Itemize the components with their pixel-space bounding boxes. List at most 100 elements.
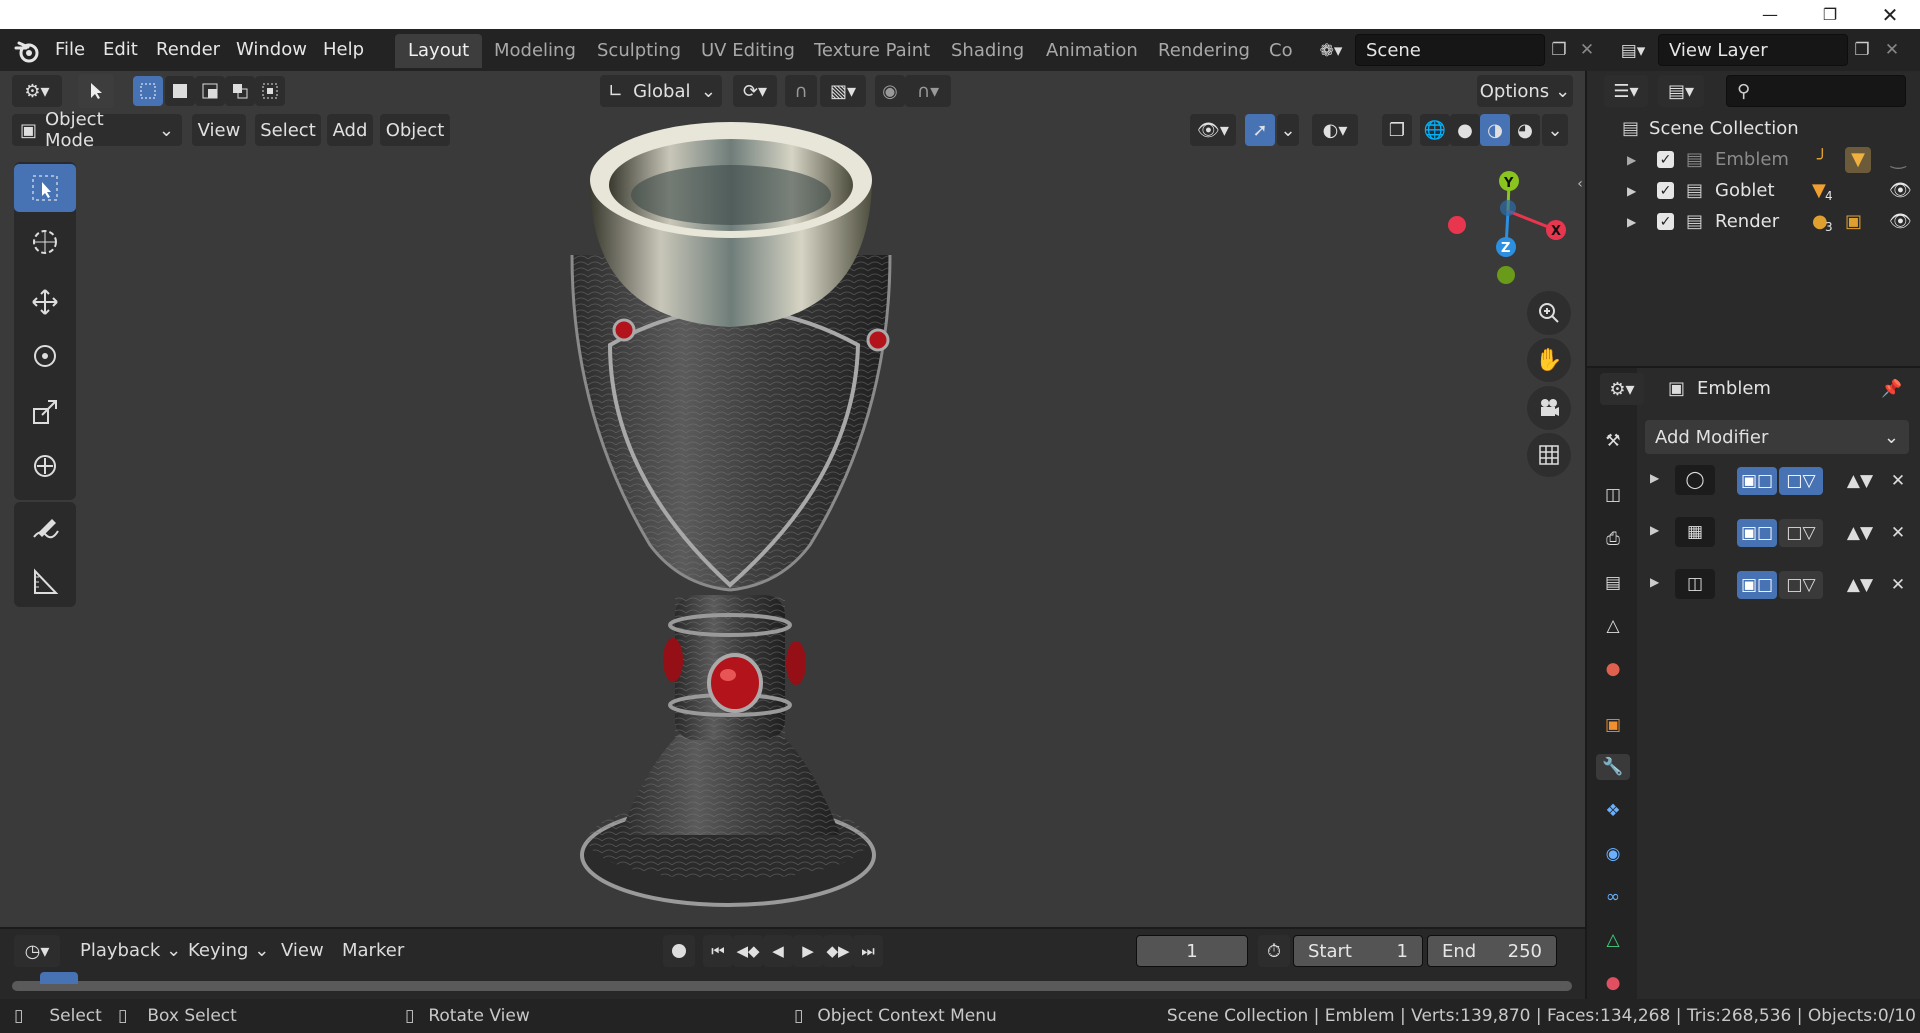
move-tool-icon[interactable] xyxy=(14,278,76,326)
outliner-item-goblet[interactable]: ▶ ✓ ▤ Goblet ▼ 4 👁 xyxy=(1627,175,1917,206)
expand-arrow-icon[interactable]: ▶ xyxy=(1627,184,1647,198)
cursor-tool-icon[interactable] xyxy=(14,218,76,266)
play-reverse-icon[interactable]: ◀ xyxy=(763,935,793,967)
snap-target-icon[interactable]: ▧▾ xyxy=(820,75,866,107)
gizmo-toggle-icon[interactable]: ➚ xyxy=(1245,114,1275,146)
playhead[interactable] xyxy=(40,972,78,984)
physics-tab-icon[interactable]: ◉ xyxy=(1600,841,1626,867)
expand-arrow-icon[interactable]: ▶ xyxy=(1650,575,1659,589)
timeline-playback-menu[interactable]: Playback ⌄ xyxy=(80,935,181,967)
play-icon[interactable]: ▶ xyxy=(793,935,823,967)
outliner-scene-collection[interactable]: ▤ Scene Collection xyxy=(1622,113,1799,144)
chevron-down-icon[interactable]: ⌄ xyxy=(1277,114,1299,146)
select-mode-new-icon[interactable] xyxy=(133,76,163,106)
scene-field[interactable]: Scene xyxy=(1355,34,1545,66)
exclude-checkbox[interactable]: ✓ xyxy=(1657,182,1674,199)
viewport-menu-add[interactable]: Add xyxy=(327,114,373,146)
current-frame-field[interactable]: 1 xyxy=(1136,935,1248,967)
chevron-down-icon[interactable]: ⌄ xyxy=(1542,114,1568,146)
data-tab-icon[interactable]: △ xyxy=(1600,927,1626,953)
remove-modifier-icon[interactable]: ✕ xyxy=(1888,519,1908,547)
zoom-icon[interactable] xyxy=(1527,291,1571,335)
object-tab-icon[interactable]: ▣ xyxy=(1600,712,1626,738)
move-up-down-icon[interactable]: ▲▼ xyxy=(1843,571,1877,599)
viewport-menu-view[interactable]: View xyxy=(192,114,246,146)
remove-modifier-icon[interactable]: ✕ xyxy=(1888,467,1908,495)
tab-sculpting[interactable]: Sculpting xyxy=(584,34,694,68)
select-box-tool-icon[interactable] xyxy=(14,164,76,212)
menu-edit[interactable]: Edit xyxy=(103,29,138,71)
proportional-edit-icon[interactable]: ◉ xyxy=(875,75,905,107)
select-tool-icon[interactable] xyxy=(78,74,114,108)
scene-tab-icon[interactable]: △ xyxy=(1600,613,1626,639)
move-up-down-icon[interactable]: ▲▼ xyxy=(1843,467,1877,495)
edit-mode-toggle-icon[interactable]: ▣□ xyxy=(1737,467,1777,495)
tab-uv-editing[interactable]: UV Editing xyxy=(688,34,808,68)
rotate-tool-icon[interactable] xyxy=(14,332,76,380)
exclude-checkbox[interactable]: ✓ xyxy=(1657,213,1674,230)
modifier-tab-icon[interactable]: 🔧 xyxy=(1596,754,1630,780)
constraints-tab-icon[interactable]: ∞ xyxy=(1600,884,1626,910)
menu-help[interactable]: Help xyxy=(323,29,364,71)
edit-mode-toggle-icon[interactable]: ▣□ xyxy=(1737,571,1777,599)
scene-selector-icon[interactable]: ❁▾ xyxy=(1310,36,1352,66)
perspective-grid-icon[interactable] xyxy=(1527,433,1571,477)
outliner-item-emblem[interactable]: ▶ ✓ ▤ Emblem ╯ ▼ ‿ xyxy=(1627,144,1917,175)
material-preview-shading-icon[interactable]: ◑ xyxy=(1480,114,1510,146)
material-tab-icon[interactable]: ● xyxy=(1600,970,1626,996)
visibility-icon[interactable]: 👁▾ xyxy=(1190,114,1236,146)
menu-render[interactable]: Render xyxy=(156,29,220,71)
restore-icon[interactable]: ❐ xyxy=(1800,0,1860,29)
realtime-toggle-icon[interactable]: □▽ xyxy=(1779,519,1823,547)
view-layer-selector-icon[interactable]: ▤▾ xyxy=(1612,36,1654,66)
eye-icon[interactable]: 👁 xyxy=(1889,211,1912,232)
tab-animation[interactable]: Animation xyxy=(1033,34,1151,68)
viewport-menu-select[interactable]: Select xyxy=(255,114,321,146)
select-mode-invert-icon[interactable] xyxy=(225,76,255,106)
annotate-tool-icon[interactable] xyxy=(14,506,76,554)
falloff-icon[interactable]: ∩▾ xyxy=(905,75,951,107)
display-mode-icon[interactable]: ▤▾ xyxy=(1658,75,1704,107)
timeline-view-menu[interactable]: View xyxy=(281,935,324,967)
menu-file[interactable]: File xyxy=(55,29,85,71)
select-mode-intersect-icon[interactable] xyxy=(255,76,285,106)
prev-keyframe-icon[interactable]: ◀◆ xyxy=(733,935,763,967)
options-dropdown[interactable]: Options ⌄ xyxy=(1477,75,1573,107)
snap-icon[interactable]: ∩ xyxy=(785,75,817,107)
end-frame-field[interactable]: End 250 xyxy=(1427,935,1557,967)
remove-view-layer-icon[interactable]: ✕ xyxy=(1878,35,1906,65)
tab-rendering[interactable]: Rendering xyxy=(1145,34,1263,68)
timeline-keying-menu[interactable]: Keying ⌄ xyxy=(188,935,269,967)
outliner-editor-type-icon[interactable]: ☰▾ xyxy=(1604,75,1648,107)
jump-start-icon[interactable]: ⏮ xyxy=(703,935,733,967)
xray-icon[interactable]: ❐ xyxy=(1382,114,1412,146)
record-icon[interactable] xyxy=(663,935,695,967)
editor-type-icon[interactable]: ⚙▾ xyxy=(12,75,62,107)
object-mode-dropdown[interactable]: ▣ Object Mode ⌄ xyxy=(12,109,182,151)
realtime-toggle-icon[interactable]: □▽ xyxy=(1779,571,1823,599)
tab-layout[interactable]: Layout xyxy=(395,34,483,68)
outliner-search-input[interactable]: ⚲ xyxy=(1726,75,1906,107)
transform-tool-icon[interactable] xyxy=(14,442,76,490)
realtime-toggle-icon[interactable]: □▽ xyxy=(1779,467,1823,495)
pan-hand-icon[interactable]: ✋ xyxy=(1527,338,1571,382)
expand-arrow-icon[interactable]: ▶ xyxy=(1650,471,1659,485)
view-layer-tab-icon[interactable]: ▤ xyxy=(1600,570,1626,596)
next-keyframe-icon[interactable]: ◆▶ xyxy=(823,935,853,967)
rendered-shading-icon[interactable]: ◕ xyxy=(1510,114,1540,146)
edit-mode-toggle-icon[interactable]: ▣□ xyxy=(1737,519,1777,547)
navigation-gizmo[interactable]: Y X Z xyxy=(1440,165,1570,290)
jump-end-icon[interactable]: ⏭ xyxy=(853,935,883,967)
render-tab-icon[interactable]: ◫ xyxy=(1600,482,1626,508)
move-up-down-icon[interactable]: ▲▼ xyxy=(1843,519,1877,547)
expand-arrow-icon[interactable]: ▶ xyxy=(1627,215,1647,229)
select-mode-extend-icon[interactable] xyxy=(165,76,195,106)
new-view-layer-icon[interactable]: ❐ xyxy=(1848,35,1876,65)
timeline-editor-type-icon[interactable]: ◷▾ xyxy=(14,935,60,967)
particles-tab-icon[interactable]: ❖ xyxy=(1600,798,1626,824)
preview-range-icon[interactable]: ⏱ xyxy=(1258,935,1290,967)
start-frame-field[interactable]: Start 1 xyxy=(1293,935,1423,967)
menu-window[interactable]: Window xyxy=(236,29,307,71)
measure-tool-icon[interactable] xyxy=(14,558,76,606)
exclude-checkbox[interactable]: ✓ xyxy=(1657,151,1674,168)
